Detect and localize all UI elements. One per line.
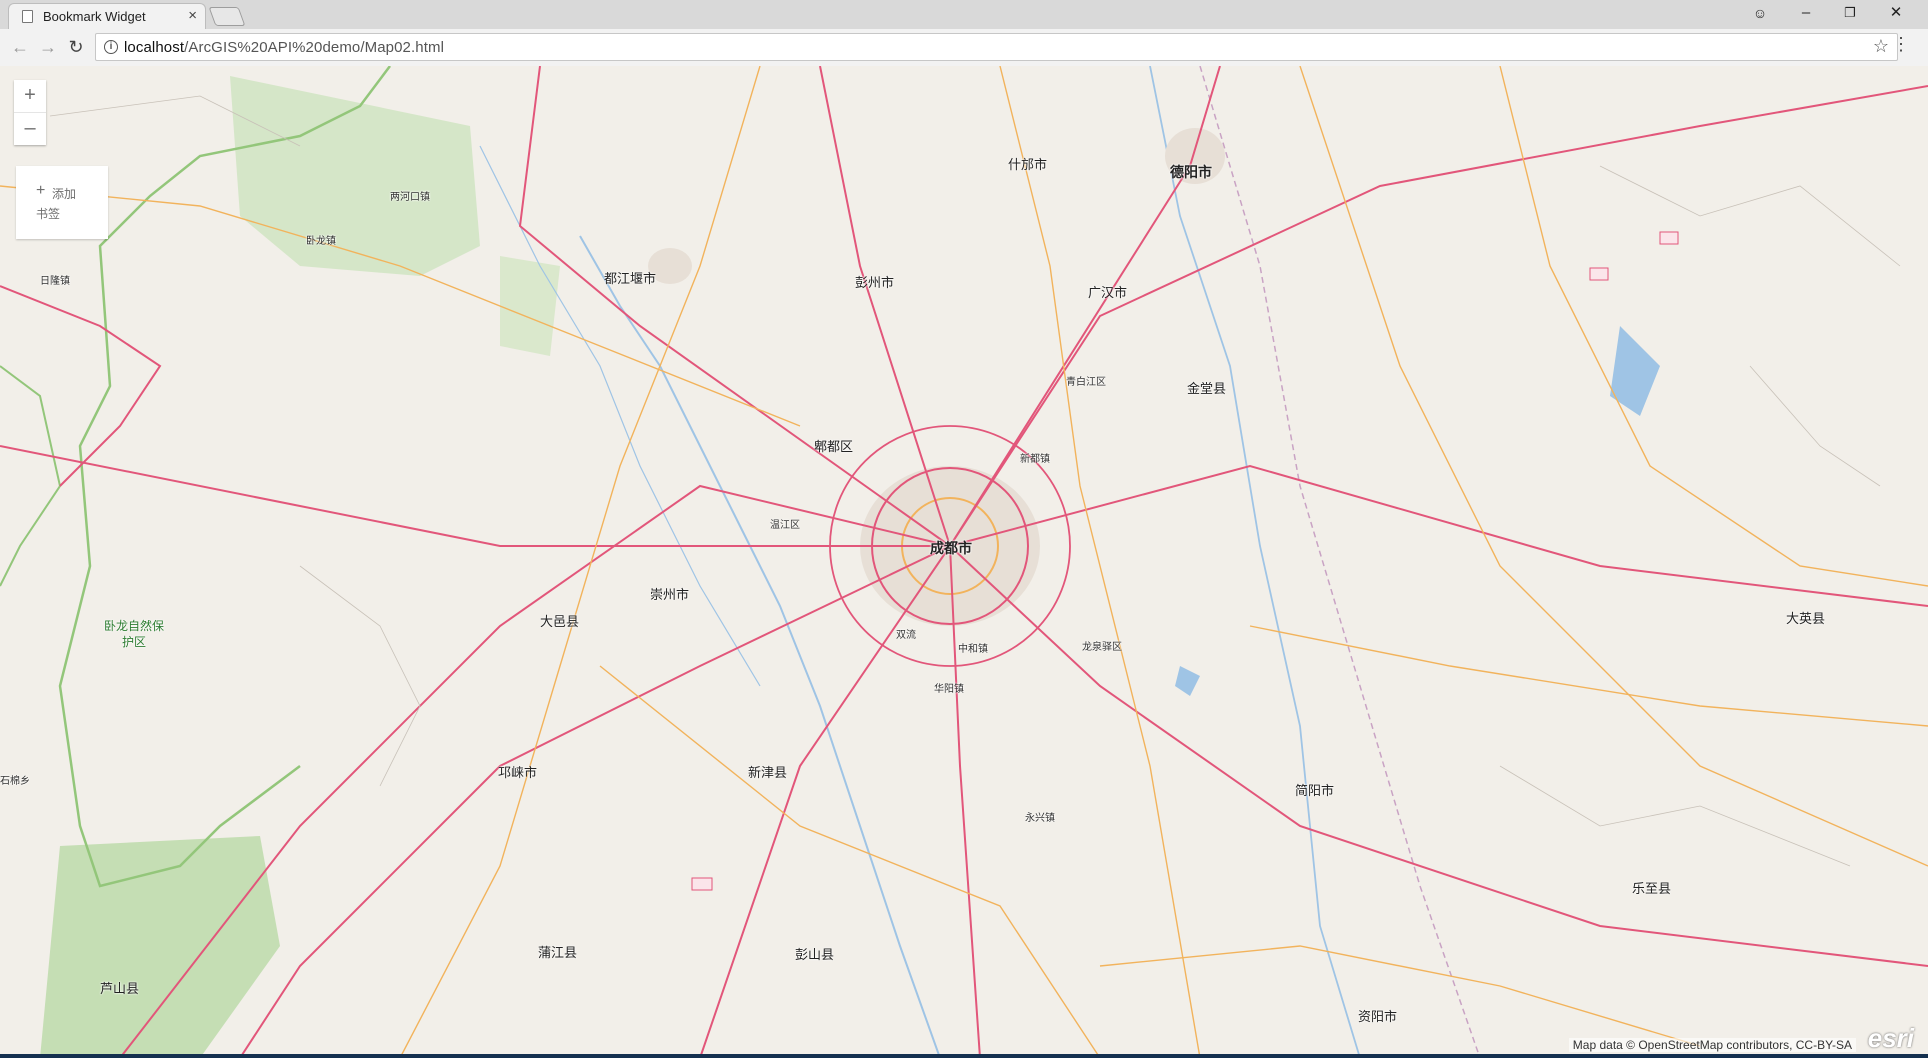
map-label-lushan: 芦山县: [100, 981, 140, 996]
url-path: /ArcGIS%20API%20demo/Map02.html: [184, 39, 444, 56]
map-label-zhonghe: 中和镇: [958, 644, 988, 655]
url-host: localhost: [124, 39, 185, 56]
map-label-yongxing: 永兴镇: [1025, 813, 1055, 824]
esri-logo: esri: [1867, 1023, 1914, 1053]
map-label-shifang: 什邡市: [1008, 157, 1048, 172]
new-tab-button[interactable]: [208, 7, 246, 26]
map-label-qionglai: 邛崃市: [498, 765, 538, 780]
map-label-pengzhou: 彭州市: [855, 275, 895, 290]
map-label-qingbaijiang: 青白江区: [1066, 377, 1106, 388]
map-label-wolong-town: 卧龙镇: [306, 236, 336, 247]
bookmark-widget: + 添加书签: [16, 166, 108, 239]
reload-icon[interactable]: ↻: [64, 37, 88, 57]
map-label-wolong-reserve: 卧龙自然保护区: [104, 619, 165, 649]
map-label-daying: 大英县: [1786, 611, 1826, 626]
close-icon[interactable]: ×: [188, 7, 197, 25]
map-view[interactable]: + – + 添加书签 成都市 德阳市 广汉市 彭州市 什邡市 都江堰市 郫都区 …: [0, 66, 1928, 1058]
map-label-dayi: 大邑县: [540, 614, 580, 629]
map-label-guanghan: 广汉市: [1088, 285, 1128, 300]
map-label-pujiang: 蒲江县: [538, 945, 578, 960]
minimize-button[interactable]: –: [1786, 2, 1826, 24]
map-label-huayang: 华阳镇: [934, 684, 964, 695]
info-icon[interactable]: i: [104, 40, 118, 54]
window-close-button[interactable]: ✕: [1876, 2, 1916, 24]
map-label-xinjin: 新津县: [748, 765, 788, 780]
taskbar-edge: [0, 1054, 1928, 1058]
zoom-out-button[interactable]: –: [14, 112, 46, 145]
browser-toolbar: ← → ↻ i localhost/ArcGIS%20API%20demo/Ma…: [0, 29, 1928, 66]
zoom-in-button[interactable]: +: [14, 80, 46, 112]
map-label-lianghekou: 两河口镇: [390, 192, 430, 203]
map-label-chengdu: 成都市: [930, 540, 972, 556]
map-label-wenjiang: 温江区: [770, 520, 800, 531]
map-label-pixian: 郫都区: [814, 439, 854, 454]
map-label-pengshan: 彭山县: [795, 947, 835, 962]
menu-dots-icon[interactable]: ⋮: [1892, 35, 1910, 53]
map-label-jintang: 金堂县: [1187, 381, 1227, 396]
map-label-deyang: 德阳市: [1170, 164, 1212, 180]
map-label-xindu: 新都镇: [1020, 454, 1050, 465]
tab-bar: Bookmark Widget × ☺ – ❐ ✕: [0, 0, 1928, 29]
back-arrow-icon[interactable]: ←: [8, 37, 32, 57]
tab-bookmark-widget[interactable]: Bookmark Widget ×: [8, 3, 206, 29]
account-icon[interactable]: ☺: [1740, 2, 1780, 24]
map-label-shimian: 石棉乡: [0, 776, 30, 787]
address-bar[interactable]: i localhost/ArcGIS%20API%20demo/Map02.ht…: [95, 33, 1898, 61]
map-attribution: Map data © OpenStreetMap contributors, C…: [1568, 1038, 1856, 1052]
map-label-chongzhou: 崇州市: [650, 587, 690, 602]
map-label-longquanyi: 龙泉驿区: [1082, 642, 1122, 653]
forward-arrow-icon[interactable]: →: [36, 37, 60, 57]
map-label-jianyang: 简阳市: [1295, 783, 1335, 798]
browser-chrome: Bookmark Widget × ☺ – ❐ ✕ ← → ↻ i localh…: [0, 0, 1928, 67]
maximize-button[interactable]: ❐: [1830, 2, 1870, 24]
map-label-ziyang: 资阳市: [1358, 1009, 1398, 1024]
map-label-lezhi: 乐至县: [1632, 881, 1672, 896]
zoom-control: + –: [14, 80, 46, 145]
tab-title: Bookmark Widget: [43, 9, 146, 24]
map-label-rilong: 日隆镇: [40, 276, 70, 287]
url-text[interactable]: localhost/ArcGIS%20API%20demo/Map02.html: [124, 39, 444, 56]
map-label-dujiangyan: 都江堰市: [604, 271, 657, 286]
add-bookmark-button[interactable]: 添加书签: [36, 184, 86, 224]
star-icon[interactable]: ☆: [1873, 36, 1889, 57]
basemap-tiles: [0, 66, 1928, 1058]
map-label-shuangliu: 双流: [896, 630, 916, 641]
page-icon: [22, 10, 33, 23]
